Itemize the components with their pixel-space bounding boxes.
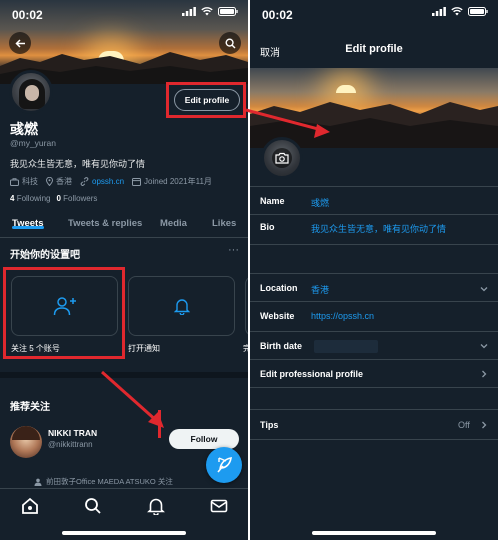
- tips-row[interactable]: Tips Off: [250, 410, 498, 440]
- battery-icon: [468, 7, 488, 16]
- website-label: Website: [260, 311, 295, 321]
- tab-tweets-replies[interactable]: Tweets & replies: [68, 212, 142, 229]
- profile-handle: @my_yuran: [10, 138, 56, 148]
- search-icon[interactable]: [84, 497, 102, 515]
- back-button[interactable]: [9, 32, 31, 54]
- suggested-user-name: NIKKI TRAN: [48, 428, 98, 438]
- home-icon[interactable]: [21, 497, 39, 515]
- compose-tweet-button[interactable]: [206, 447, 242, 483]
- location-pin-icon: [46, 177, 53, 186]
- mutual-follow-text: 前田敦子Office MAEDA ATSUKO 关注: [46, 477, 173, 486]
- briefcase-icon: [10, 177, 19, 186]
- tab-likes[interactable]: Likes: [212, 212, 236, 229]
- chevron-right-icon[interactable]: [480, 421, 488, 429]
- profile-meta: 科技 香港 opssh.cn Joined 2021年11月: [10, 176, 212, 187]
- suggested-user-avatar[interactable]: [10, 426, 42, 458]
- chevron-down-icon[interactable]: [480, 342, 488, 350]
- person-icon: [34, 478, 42, 486]
- follow-button[interactable]: Follow: [169, 429, 239, 449]
- following-link[interactable]: 4 Following: [10, 194, 50, 203]
- tips-value: Off: [458, 420, 470, 430]
- section-divider: [0, 372, 248, 378]
- tab-media[interactable]: Media: [160, 212, 187, 229]
- profile-screen: 00:02 Edit profile 彧燃 @my_yuran 我见众生皆无意，…: [0, 0, 248, 540]
- notifications-card[interactable]: [128, 276, 235, 336]
- battery-icon: [218, 7, 238, 16]
- edit-profile-title: Edit profile: [345, 43, 403, 55]
- notifications-icon[interactable]: [147, 497, 165, 515]
- chevron-down-icon[interactable]: [480, 285, 488, 293]
- birth-date-label: Birth date: [260, 341, 303, 351]
- status-time: 00:02: [262, 8, 293, 22]
- chevron-right-icon[interactable]: [480, 370, 488, 378]
- notifications-label: 打开通知: [128, 344, 160, 353]
- annotation-box-follow-button: [158, 410, 162, 438]
- name-field[interactable]: Name 彧燃: [250, 187, 498, 215]
- name-value[interactable]: 彧燃: [311, 196, 329, 209]
- professional-profile-row[interactable]: Edit professional profile: [250, 360, 498, 388]
- signal-icon: [432, 7, 446, 16]
- camera-plus-icon: [275, 152, 289, 164]
- link-icon: [80, 177, 89, 186]
- location-field[interactable]: Location 香港: [250, 274, 498, 302]
- edit-banner-image[interactable]: [250, 68, 498, 148]
- profile-location: 香港: [56, 177, 72, 186]
- wifi-icon: [201, 7, 213, 16]
- home-indicator: [312, 531, 436, 535]
- profile-tabs: Tweets Tweets & replies Media Likes: [0, 212, 248, 238]
- followers-link[interactable]: 0 Followers: [56, 194, 97, 203]
- bio-label: Bio: [260, 222, 275, 232]
- calendar-icon: [132, 178, 142, 186]
- search-button[interactable]: [219, 32, 241, 54]
- edit-profile-button[interactable]: Edit profile: [174, 89, 240, 111]
- follow-accounts-label: 关注 5 个账号: [11, 344, 60, 353]
- followers-count: 0: [56, 194, 61, 203]
- edit-profile-screen: 00:02 Edit profile 取消 Name 彧燃 Bio 我见众生皆无…: [250, 0, 498, 540]
- profile-bio: 我见众生皆无意，唯有见你动了情: [10, 159, 146, 169]
- profile-avatar[interactable]: [9, 70, 53, 114]
- cancel-button[interactable]: 取消: [260, 44, 280, 59]
- home-indicator: [62, 531, 186, 535]
- bell-icon: [173, 299, 190, 315]
- setup-more-button[interactable]: ···: [228, 244, 239, 256]
- location-value[interactable]: 香港: [311, 283, 329, 296]
- birth-date-redacted: [314, 340, 378, 353]
- complete-profile-card[interactable]: [245, 276, 248, 336]
- following-label: Following: [16, 194, 51, 203]
- mail-icon[interactable]: [210, 497, 228, 515]
- complete-profile-label: 完: [243, 344, 248, 353]
- status-time: 00:02: [12, 8, 43, 22]
- professional-profile-label: Edit professional profile: [260, 369, 364, 379]
- edit-profile-header: Edit profile 取消: [250, 38, 498, 64]
- following-count: 4: [10, 194, 15, 203]
- tab-tweets[interactable]: Tweets: [12, 212, 44, 229]
- feather-icon: [217, 457, 232, 473]
- edit-avatar[interactable]: [261, 137, 303, 179]
- bio-field[interactable]: Bio 我见众生皆无意，唯有见你动了情: [250, 215, 498, 245]
- profile-category: 科技: [22, 177, 38, 186]
- website-value[interactable]: https://opssh.cn: [311, 311, 374, 321]
- back-arrow-icon: [14, 38, 25, 48]
- mutual-follow-note: 前田敦子Office MAEDA ATSUKO 关注: [34, 476, 173, 487]
- signal-icon: [182, 7, 196, 16]
- setup-title: 开始你的设置吧: [10, 250, 80, 261]
- search-icon: [224, 37, 235, 48]
- bio-value[interactable]: 我见众生皆无意，唯有见你动了情: [311, 222, 446, 235]
- name-label: Name: [260, 196, 285, 206]
- location-label: Location: [260, 283, 298, 293]
- follow-counts: 4 Following 0 Followers: [10, 194, 97, 203]
- wifi-icon: [451, 7, 463, 16]
- birth-date-field[interactable]: Birth date: [250, 332, 498, 360]
- suggested-user-handle: @nikkittrann: [48, 440, 93, 449]
- status-bar: 00:02: [0, 0, 248, 30]
- suggestions-title: 推荐关注: [10, 402, 50, 413]
- tips-label: Tips: [260, 420, 279, 430]
- followers-label: Followers: [63, 194, 98, 203]
- website-field[interactable]: Website https://opssh.cn: [250, 302, 498, 332]
- profile-name: 彧燃: [10, 121, 38, 137]
- status-bar: 00:02: [250, 0, 498, 30]
- profile-joined: Joined 2021年11月: [144, 177, 212, 186]
- profile-website-link[interactable]: opssh.cn: [92, 177, 124, 186]
